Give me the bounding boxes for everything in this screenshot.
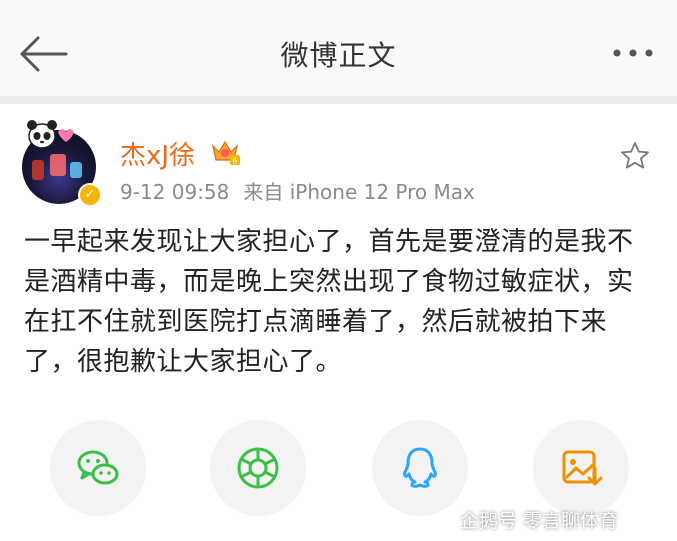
- watermark: 企鹅号 零言聊体育: [434, 506, 618, 533]
- moments-icon: [237, 447, 279, 489]
- share-moments-button[interactable]: [210, 420, 306, 516]
- author-name[interactable]: 杰xJ徐: [120, 135, 195, 172]
- verified-badge-icon: ✓: [78, 183, 102, 207]
- favorite-star-icon[interactable]: [619, 140, 651, 172]
- post-content: 一早起来发现让大家担心了，首先是要澄清的是我不是酒精中毒，而是晚上突然出现了食物…: [24, 227, 634, 377]
- vip-level: 6: [232, 157, 237, 166]
- save-image-icon: [562, 450, 603, 486]
- panda-decoration-icon: [27, 120, 74, 149]
- watermark-text: 企鹅号 零言聊体育: [460, 510, 619, 532]
- share-wechat-button[interactable]: [50, 420, 146, 516]
- more-dots-icon: [613, 49, 653, 57]
- section-divider: [0, 96, 677, 104]
- share-qq-button[interactable]: [372, 420, 468, 516]
- save-image-button[interactable]: [533, 420, 629, 516]
- top-bar: 微博正文: [0, 0, 677, 96]
- more-options-button[interactable]: [611, 36, 655, 70]
- post-time: 9-12 09:58: [120, 180, 230, 204]
- penguin-logo-icon: [437, 514, 452, 527]
- vip-crown-icon: 6: [211, 140, 240, 166]
- qq-icon: [403, 447, 437, 488]
- post-meta: 9-12 09:58 来自 iPhone 12 Pro Max: [120, 176, 475, 205]
- wechat-icon: [77, 450, 119, 485]
- page-title: 微博正文: [280, 39, 397, 72]
- post-source: 来自 iPhone 12 Pro Max: [243, 180, 475, 204]
